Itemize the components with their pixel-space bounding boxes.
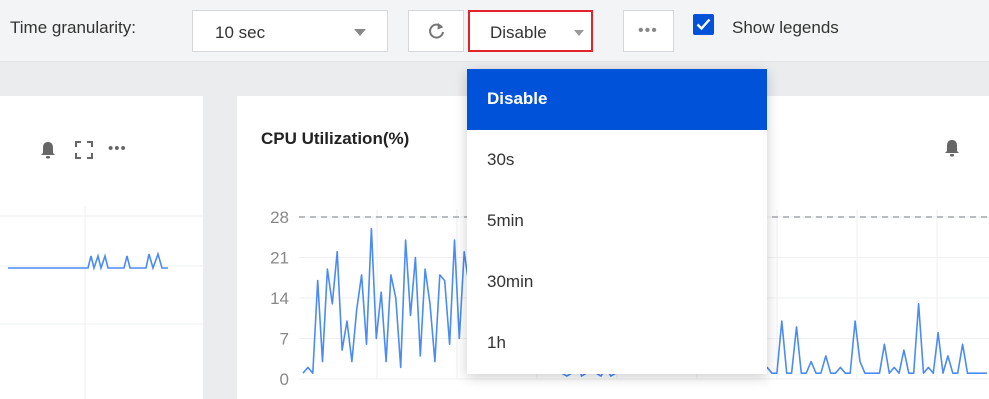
left-chart-panel: ••• xyxy=(0,96,203,399)
more-button[interactable]: ••• xyxy=(623,10,674,52)
refresh-button[interactable] xyxy=(408,10,464,52)
auto-refresh-menu: Disable 30s 5min 30min 1h xyxy=(467,69,767,374)
y-tick-label: 28 xyxy=(270,208,289,227)
menu-item-label: 30min xyxy=(487,272,534,291)
menu-item-label: Disable xyxy=(487,89,548,108)
more-icon: ••• xyxy=(638,22,658,39)
refresh-icon xyxy=(429,23,444,39)
y-tick-label: 14 xyxy=(270,289,289,308)
more-icon[interactable]: ••• xyxy=(108,140,127,157)
show-legends-checkbox[interactable] xyxy=(693,14,714,35)
toolbar: Time granularity: 10 sec Disable ••• Sho… xyxy=(0,0,989,62)
y-tick-label: 0 xyxy=(280,370,289,389)
caret-down-icon xyxy=(574,30,584,36)
menu-item-label: 30s xyxy=(487,150,515,169)
y-tick-label: 7 xyxy=(280,330,289,349)
granularity-value: 10 sec xyxy=(215,23,266,42)
menu-item-1h[interactable]: 1h xyxy=(467,313,767,374)
bell-icon[interactable] xyxy=(38,140,58,160)
checkmark-icon xyxy=(696,18,711,31)
menu-item-5min[interactable]: 5min xyxy=(467,191,767,252)
menu-item-30s[interactable]: 30s xyxy=(467,130,767,191)
caret-down-icon xyxy=(354,29,366,36)
time-granularity-label: Time granularity: xyxy=(10,18,136,37)
menu-item-30min[interactable]: 30min xyxy=(467,252,767,313)
auto-refresh-dropdown[interactable]: Disable xyxy=(468,10,593,52)
show-legends-label[interactable]: Show legends xyxy=(732,18,839,38)
menu-item-disable[interactable]: Disable xyxy=(467,69,767,130)
left-mini-chart xyxy=(0,206,203,399)
granularity-select[interactable]: 10 sec xyxy=(192,10,388,52)
auto-refresh-value: Disable xyxy=(490,23,547,42)
menu-item-label: 5min xyxy=(487,211,524,230)
y-tick-label: 21 xyxy=(270,249,289,268)
fullscreen-icon[interactable] xyxy=(74,140,94,160)
menu-item-label: 1h xyxy=(487,333,506,352)
